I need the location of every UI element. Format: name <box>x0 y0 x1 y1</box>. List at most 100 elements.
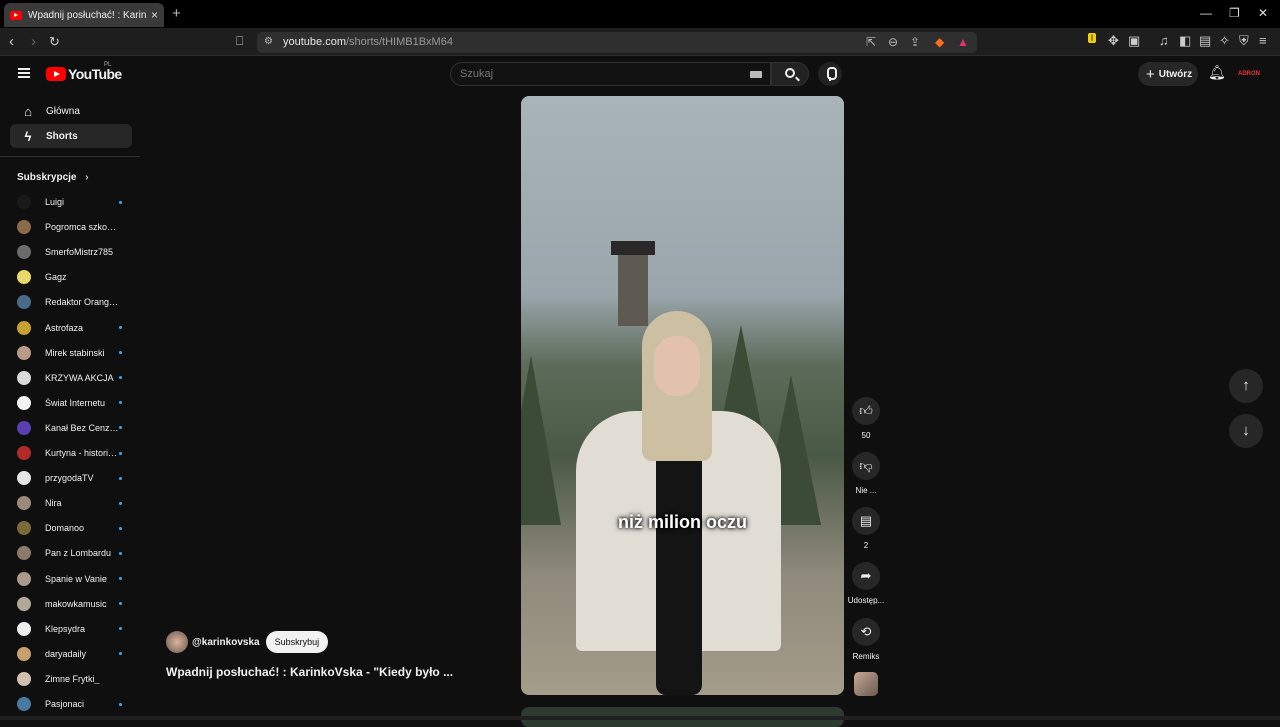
open-external-icon[interactable]: ⇱ <box>866 35 876 49</box>
zoom-icon[interactable]: ⊖ <box>888 35 898 49</box>
subscription-item[interactable]: Klepsydra <box>10 617 132 641</box>
keyboard-icon[interactable] <box>750 71 762 78</box>
channel-avatar <box>17 697 31 711</box>
previous-short-button[interactable]: ↑ <box>1229 369 1263 403</box>
subscription-name: Pogromca szkodni... <box>45 222 119 233</box>
brave-rewards-icon[interactable]: ▲ <box>957 35 969 49</box>
video-title[interactable]: Wpadnij posłuchać! : KarinkoVska - "Kied… <box>166 665 453 679</box>
subscribe-button[interactable]: Subskrybuj <box>265 631 329 653</box>
account-avatar[interactable]: ADRON <box>1237 63 1261 85</box>
voice-search-icon[interactable] <box>818 62 842 86</box>
channel-avatar <box>17 646 31 661</box>
youtube-header: YouTube PL Szukaj + Utwórz 🔔︎ ADRON <box>0 56 1280 92</box>
extension-box-icon[interactable]: ▣ <box>1128 33 1140 49</box>
share-action[interactable]: ➦ Udostęp... <box>847 562 885 605</box>
subscription-item[interactable]: KRZYWA AKCJA <box>10 366 132 390</box>
subscription-item[interactable]: Luigi <box>10 190 132 214</box>
subscription-item[interactable]: Zimne Frytki_ <box>10 667 132 691</box>
hamburger-menu-icon[interactable] <box>18 68 30 78</box>
reload-icon[interactable]: ↻ <box>49 34 60 50</box>
music-icon[interactable]: ♫ <box>1159 33 1169 48</box>
subscription-item[interactable]: daryadaily <box>10 642 132 666</box>
channel-info: @karinkovska Subskrybuj <box>166 631 329 653</box>
new-content-dot <box>119 351 122 355</box>
subscription-item[interactable]: Gagz <box>10 265 132 289</box>
channel-name[interactable]: @karinkovska <box>192 637 260 648</box>
remix-label: Remiks <box>852 652 880 661</box>
video-person <box>576 311 781 695</box>
channel-avatar <box>17 571 31 586</box>
subscription-name: Mirek stabinski <box>45 347 105 358</box>
subscription-item[interactable]: Kurtyna - historie... <box>10 441 132 465</box>
search-input[interactable]: Szukaj <box>450 62 771 86</box>
new-content-dot <box>119 501 122 505</box>
share-icon[interactable]: ➦ <box>852 562 880 590</box>
subscription-item[interactable]: Nira <box>10 491 132 515</box>
subscription-item[interactable]: Pogromca szkodni... <box>10 215 132 239</box>
notifications-bell-icon[interactable]: 🔔︎ <box>1208 64 1226 81</box>
back-icon[interactable]: ‹ <box>9 33 14 50</box>
restore-icon[interactable]: ❐ <box>1229 6 1240 20</box>
site-settings-icon[interactable]: ⚙ <box>264 36 273 47</box>
subscription-name: Astrofaza <box>45 322 84 333</box>
subscription-item[interactable]: makowkamusic <box>10 592 132 616</box>
wallet-icon[interactable]: ▤ <box>1199 33 1211 49</box>
search-button[interactable] <box>771 62 809 86</box>
sidebar-item-home[interactable]: ⌂ Główna <box>10 99 132 123</box>
subscription-item[interactable]: Pasjonaci <box>10 692 132 716</box>
comment-count: 2 <box>863 541 869 550</box>
forward-icon[interactable]: › <box>31 33 36 50</box>
remix-action[interactable]: ⟲ Remiks <box>847 618 885 661</box>
next-short-button[interactable]: ↓ <box>1229 414 1263 448</box>
channel-avatar <box>17 546 31 561</box>
subscription-item[interactable]: Astrofaza <box>10 316 132 340</box>
subscription-item[interactable]: Domanoo <box>10 516 132 540</box>
browser-tab[interactable]: Wpadnij posłuchać! : Karinko × <box>4 3 164 27</box>
subscription-item[interactable]: Kanał Bez Cenzu... <box>10 416 132 440</box>
thumbs-up-icon[interactable]: 👍︎ <box>852 397 880 425</box>
channel-avatar[interactable] <box>166 631 188 653</box>
share-page-icon[interactable]: ⇪ <box>910 35 920 49</box>
short-video-player[interactable]: niż milion oczu <box>521 96 844 695</box>
comment-action[interactable]: ▤ 2 <box>847 507 885 550</box>
sound-thumbnail[interactable] <box>854 672 878 696</box>
subscription-name: Nira <box>45 498 62 509</box>
leo-ai-icon[interactable]: ✧ <box>1219 33 1230 49</box>
minimize-icon[interactable]: — <box>1200 6 1212 20</box>
menu-icon[interactable]: ≡ <box>1259 33 1267 48</box>
subscription-item[interactable]: Spanie w Vanie <box>10 567 132 591</box>
vpn-shield-icon[interactable]: ⛨ <box>1239 33 1249 49</box>
brave-shields-icon[interactable]: ◆ <box>935 35 944 49</box>
sidebar-item-shorts[interactable]: ϟ Shorts <box>10 124 132 148</box>
sidebar-toggle-icon[interactable]: ◧ <box>1179 33 1191 49</box>
subscription-item[interactable]: Redaktor Orangutan <box>10 290 132 314</box>
close-tab-icon[interactable]: × <box>151 8 158 22</box>
subscription-name: Gagz <box>45 272 67 283</box>
create-button[interactable]: + Utwórz <box>1138 62 1198 86</box>
subscription-item[interactable]: Świat Internetu <box>10 391 132 415</box>
subscription-item[interactable]: Mirek stabinski <box>10 341 132 365</box>
channel-avatar <box>17 295 31 310</box>
subscription-name: SmerfoMistrz785 <box>45 247 114 258</box>
youtube-logo[interactable]: YouTube PL <box>46 62 122 82</box>
like-action[interactable]: 👍︎ 50 <box>847 397 885 440</box>
like-count: 50 <box>861 431 871 440</box>
subscriptions-heading[interactable]: Subskrypcje › <box>17 172 89 183</box>
comment-icon[interactable]: ▤ <box>852 507 880 535</box>
extension-icon[interactable]: l <box>1088 33 1096 43</box>
new-content-dot <box>119 551 122 555</box>
remix-icon[interactable]: ⟲ <box>852 618 880 646</box>
new-content-dot <box>119 526 122 530</box>
channel-avatar <box>17 395 31 410</box>
subscription-item[interactable]: SmerfoMistrz785 <box>10 240 132 264</box>
subscription-item[interactable]: przygodaTV <box>10 466 132 490</box>
puzzle-icon[interactable]: ✥ <box>1108 33 1119 49</box>
url-field[interactable]: ⚙ youtube.com/shorts/tHIMB1BxM64 ⇱ ⊖ ⇪ ◆… <box>257 32 977 53</box>
thumbs-down-icon[interactable]: 👎︎ <box>852 452 880 480</box>
subscription-item[interactable]: Pan z Lombardu <box>10 541 132 565</box>
dislike-action[interactable]: 👎︎ Nie ... <box>847 452 885 495</box>
bookmark-icon[interactable]: ⎕ <box>236 34 243 49</box>
close-window-icon[interactable]: ✕ <box>1258 6 1268 20</box>
new-tab-button[interactable]: + <box>172 5 181 22</box>
subscription-name: makowkamusic <box>45 598 107 609</box>
